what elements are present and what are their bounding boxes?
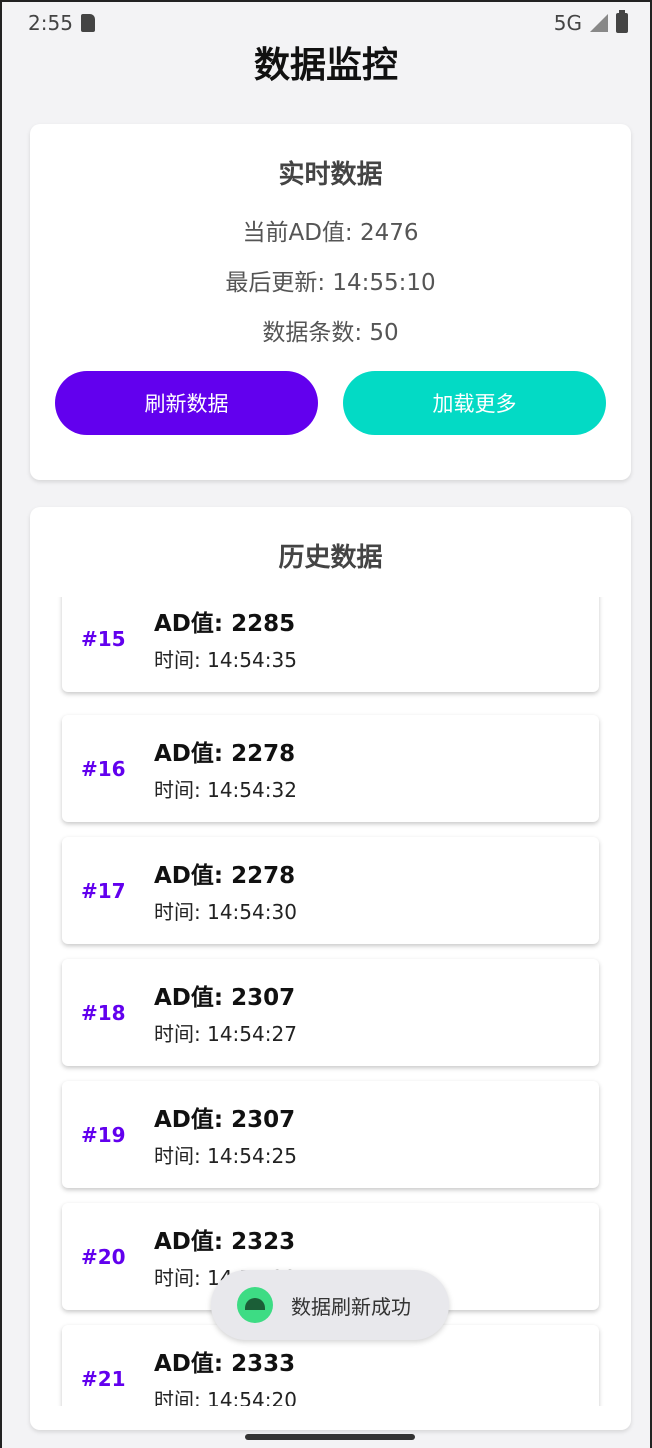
action-buttons: 刷新数据 加载更多: [30, 371, 631, 435]
history-item[interactable]: #19 AD值: 2307 时间: 14:54:25: [62, 1081, 599, 1188]
item-ad-value: AD值: 2307: [154, 1107, 296, 1133]
item-time: 时间: 14:54:20: [154, 1388, 297, 1406]
item-ad-value: AD值: 2333: [154, 1351, 296, 1377]
realtime-title: 实时数据: [278, 160, 383, 190]
sd-card-icon: [80, 14, 95, 32]
item-ad-value: AD值: 2278: [154, 741, 296, 767]
item-time: 时间: 14:54:27: [154, 1022, 297, 1046]
load-more-button[interactable]: 加载更多: [343, 371, 606, 435]
status-time: 2:55: [28, 11, 73, 35]
refresh-data-button[interactable]: 刷新数据: [55, 371, 318, 435]
item-index: #17: [81, 878, 126, 903]
current-ad-value: 当前AD值: 2476: [242, 220, 419, 246]
history-item[interactable]: #15 AD值: 2285 时间: 14:54:35: [62, 597, 599, 692]
item-time: 时间: 14:54:32: [154, 778, 297, 802]
battery-icon: [616, 10, 628, 33]
network-type: 5G: [553, 11, 582, 35]
data-count: 数据条数: 50: [262, 320, 399, 346]
status-left: 2:55: [28, 11, 95, 35]
item-index: #20: [81, 1244, 126, 1269]
item-ad-value: AD值: 2278: [154, 863, 296, 889]
history-item[interactable]: #17 AD值: 2278 时间: 14:54:30: [62, 837, 599, 944]
item-index: #18: [81, 1000, 126, 1025]
item-time: 时间: 14:54:25: [154, 1144, 297, 1168]
item-time: 时间: 14:54:35: [154, 648, 297, 672]
toast-text: 数据刷新成功: [291, 1294, 411, 1319]
page-title: 数据监控: [253, 45, 398, 86]
item-index: #16: [81, 756, 126, 781]
item-ad-value: AD值: 2307: [154, 985, 296, 1011]
history-title: 历史数据: [278, 543, 383, 573]
item-index: #21: [81, 1366, 126, 1391]
history-item[interactable]: #16 AD值: 2278 时间: 14:54:32: [62, 715, 599, 822]
history-item[interactable]: #18 AD值: 2307 时间: 14:54:27: [62, 959, 599, 1066]
signal-icon: [590, 14, 608, 32]
realtime-card: 实时数据 当前AD值: 2476 最后更新: 14:55:10 数据条数: 50…: [30, 124, 631, 480]
item-time: 时间: 14:54:30: [154, 900, 297, 924]
toast-message: 数据刷新成功: [211, 1270, 449, 1340]
navigation-handle[interactable]: [245, 1434, 415, 1440]
item-ad-value: AD值: 2285: [154, 611, 296, 637]
item-ad-value: AD值: 2323: [154, 1229, 296, 1255]
item-index: #15: [81, 626, 126, 651]
item-index: #19: [81, 1122, 126, 1147]
status-right: 5G: [553, 10, 628, 35]
last-update-time: 最后更新: 14:55:10: [225, 270, 436, 296]
android-icon: [237, 1287, 273, 1323]
app-screen: 2:55 5G 数据监控 实时数据 当前AD值: 2476 最后更新: 14:5…: [0, 0, 652, 1448]
